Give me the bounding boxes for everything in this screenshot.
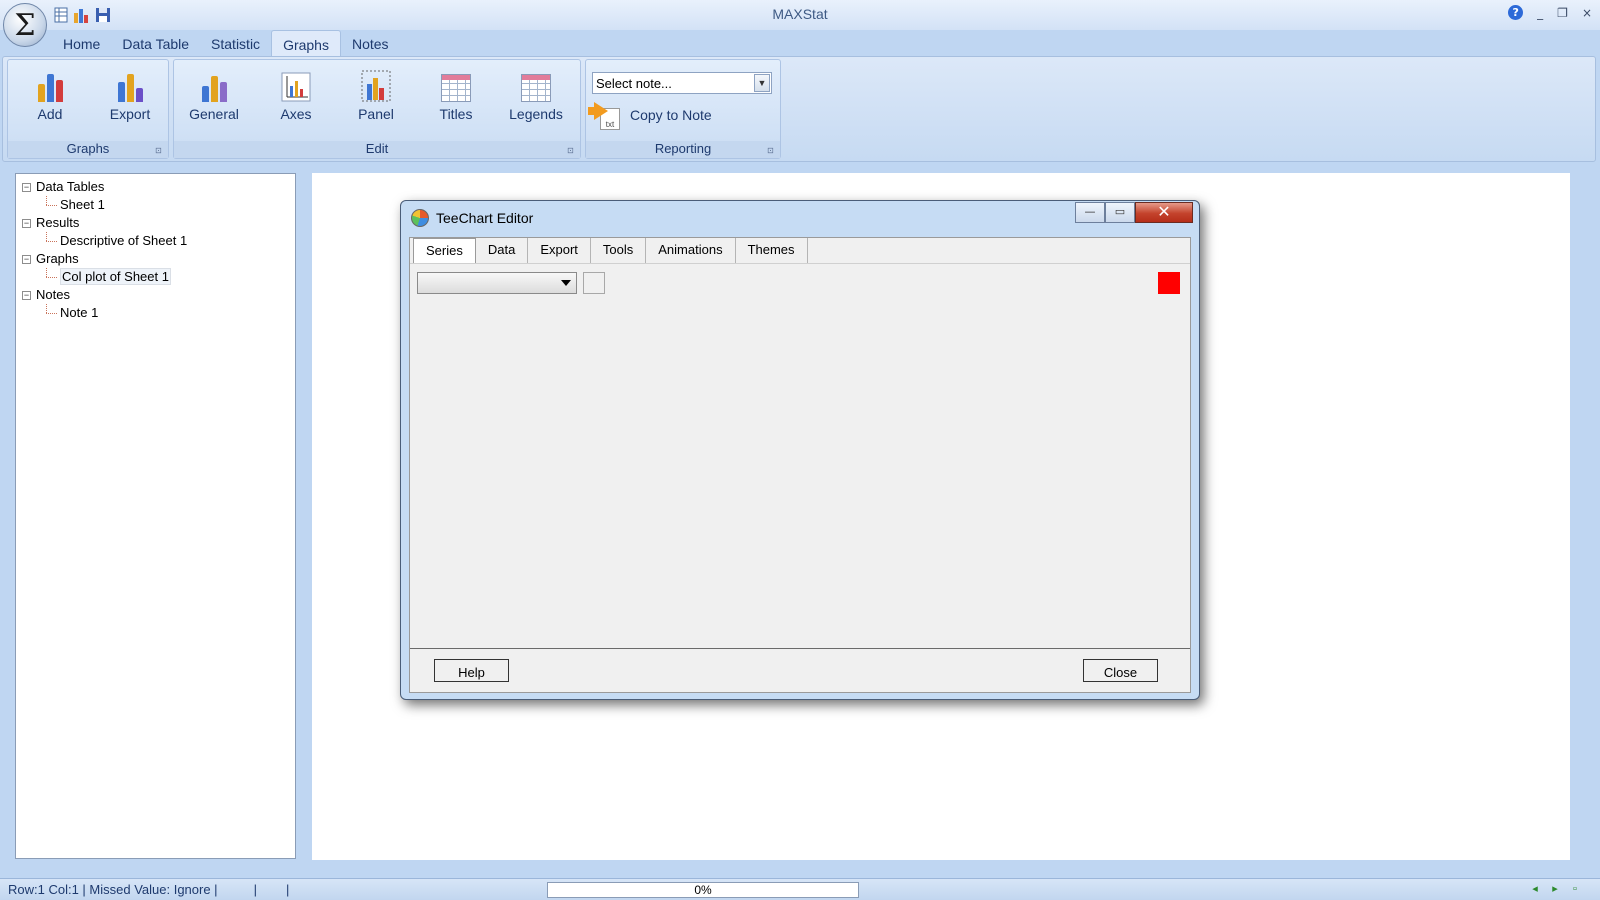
dialog-minimize-button[interactable]: — xyxy=(1075,202,1105,223)
reporting-launcher-icon[interactable]: ⊡ xyxy=(767,146,776,155)
dialog-close-icon[interactable]: ✕ xyxy=(1135,202,1193,223)
help-icon[interactable]: ? xyxy=(1508,5,1524,20)
chevron-down-icon[interactable]: ▼ xyxy=(754,74,770,92)
edit-launcher-icon[interactable]: ⊡ xyxy=(567,146,576,155)
collapse-icon[interactable]: − xyxy=(22,183,31,192)
window-title: MAXStat xyxy=(772,6,828,22)
tab-home[interactable]: Home xyxy=(52,30,111,57)
series-tab-page xyxy=(410,263,1190,648)
restore-icon[interactable]: ❐ xyxy=(1557,6,1568,20)
general-label: General xyxy=(189,106,239,122)
project-tree: − Data Tables Sheet 1 − Results Descriptiv… xyxy=(22,178,187,322)
export-graph-button[interactable]: Export xyxy=(98,64,162,140)
add-label: Add xyxy=(37,106,63,122)
close-icon[interactable]: × xyxy=(1582,6,1592,20)
export-chart-icon xyxy=(112,66,148,102)
copy-to-note-button[interactable]: txt Copy to Note xyxy=(588,100,712,130)
series-color-swatch[interactable] xyxy=(1158,272,1180,294)
export-label: Export xyxy=(109,106,151,122)
tab-tools[interactable]: Tools xyxy=(591,238,647,263)
general-chart-icon xyxy=(196,66,232,102)
tab-animations[interactable]: Animations xyxy=(646,238,736,263)
panel-chart-icon xyxy=(358,66,394,102)
panel-label: Panel xyxy=(358,106,394,122)
legends-grid-icon xyxy=(521,74,551,102)
project-tree-panel: − Data Tables Sheet 1 − Results Descriptiv… xyxy=(15,173,296,859)
tab-data-table[interactable]: Data Table xyxy=(111,30,200,57)
tab-themes[interactable]: Themes xyxy=(736,238,808,263)
tree-item-descriptive[interactable]: Descriptive of Sheet 1 xyxy=(22,232,187,250)
axes-label: Axes xyxy=(280,106,312,122)
arrow-left-icon[interactable]: ◂ xyxy=(1528,882,1542,896)
ribbon-tabs: Home Data Table Statistic Graphs Notes xyxy=(52,30,400,57)
progress-bar: 0% xyxy=(547,882,859,898)
sigma-icon[interactable]: Σ xyxy=(3,3,47,47)
reporting-group: Select note... ▼ txt Copy to Note Report… xyxy=(585,59,781,159)
legends-button[interactable]: Legends xyxy=(504,64,568,140)
add-graph-button[interactable]: Add xyxy=(18,64,82,140)
legends-label: Legends xyxy=(509,106,563,122)
close-button[interactable]: Close xyxy=(1083,659,1158,682)
status-icons: ◂ ▸ ▫ xyxy=(1528,882,1582,896)
tab-graphs[interactable]: Graphs xyxy=(271,30,341,57)
collapse-icon[interactable]: − xyxy=(22,255,31,264)
dialog-title: TeeChart Editor xyxy=(436,210,534,226)
axes-chart-icon xyxy=(278,66,314,102)
tree-item-col-plot[interactable]: Col plot of Sheet 1 xyxy=(22,268,187,286)
titles-grid-icon xyxy=(441,74,471,102)
titles-button[interactable]: Titles xyxy=(424,64,488,140)
add-chart-icon xyxy=(32,66,68,102)
graphs-group: Add Export Graphs ⊡ xyxy=(7,59,169,159)
tab-data[interactable]: Data xyxy=(476,238,529,263)
minimize-icon[interactable]: _ xyxy=(1537,6,1543,20)
tab-export[interactable]: Export xyxy=(528,238,591,263)
ribbon: Add Export Graphs ⊡ General Axes Panel T… xyxy=(2,56,1596,162)
status-text: Row:1 Col:1 | Missed Value: Ignore | | | xyxy=(8,882,290,897)
tree-node-graphs[interactable]: − Graphs xyxy=(22,250,187,268)
dialog-title-bar: TeeChart Editor xyxy=(411,209,533,227)
collapse-icon[interactable]: − xyxy=(22,291,31,300)
tree-item-sheet-1[interactable]: Sheet 1 xyxy=(22,196,187,214)
collapse-icon[interactable]: − xyxy=(22,219,31,228)
copy-to-note-label: Copy to Note xyxy=(630,107,712,123)
arrow-right-icon[interactable]: ▸ xyxy=(1548,882,1562,896)
tree-node-data-tables[interactable]: − Data Tables xyxy=(22,178,187,196)
panel-button[interactable]: Panel xyxy=(344,64,408,140)
dialog-maximize-button[interactable]: ▭ xyxy=(1105,202,1135,223)
dialog-body: Series Data Export Tools Animations Them… xyxy=(409,237,1191,693)
edit-group: General Axes Panel Titles Legends Edit ⊡ xyxy=(173,59,581,159)
edit-group-label: Edit xyxy=(174,141,580,158)
tab-series[interactable]: Series xyxy=(413,238,476,263)
series-dropdown[interactable] xyxy=(417,272,577,294)
select-note-dropdown[interactable]: Select note... ▼ xyxy=(592,72,772,94)
series-color-button[interactable] xyxy=(583,272,605,294)
tree-item-note-1[interactable]: Note 1 xyxy=(22,304,187,322)
window-controls: ? _ ❐ × xyxy=(1508,5,1592,20)
axes-button[interactable]: Axes xyxy=(264,64,328,140)
tree-node-results[interactable]: − Results xyxy=(22,214,187,232)
copy-to-note-icon: txt xyxy=(588,100,622,130)
teechart-icon xyxy=(411,209,429,227)
select-note-value: Select note... xyxy=(596,76,672,91)
reporting-group-label: Reporting xyxy=(586,141,780,158)
tab-statistic[interactable]: Statistic xyxy=(200,30,271,57)
teechart-editor-dialog: TeeChart Editor — ▭ ✕ Series Data Export… xyxy=(400,200,1200,700)
dialog-footer: Help Close xyxy=(410,648,1190,692)
dialog-window-controls: — ▭ ✕ xyxy=(1075,202,1193,223)
new-note-icon[interactable]: ▫ xyxy=(1568,882,1582,896)
graphs-group-label: Graphs xyxy=(8,141,168,158)
help-button[interactable]: Help xyxy=(434,659,509,682)
tab-notes[interactable]: Notes xyxy=(341,30,400,57)
editor-tabs: Series Data Export Tools Animations Them… xyxy=(413,238,808,263)
chevron-down-icon xyxy=(561,280,571,286)
titles-label: Titles xyxy=(439,106,473,122)
status-bar: Row:1 Col:1 | Missed Value: Ignore | | |… xyxy=(0,878,1600,900)
tree-node-notes[interactable]: − Notes xyxy=(22,286,187,304)
title-bar: MAXStat ? _ ❐ × xyxy=(0,0,1600,30)
general-button[interactable]: General xyxy=(182,64,246,140)
graphs-launcher-icon[interactable]: ⊡ xyxy=(155,146,164,155)
